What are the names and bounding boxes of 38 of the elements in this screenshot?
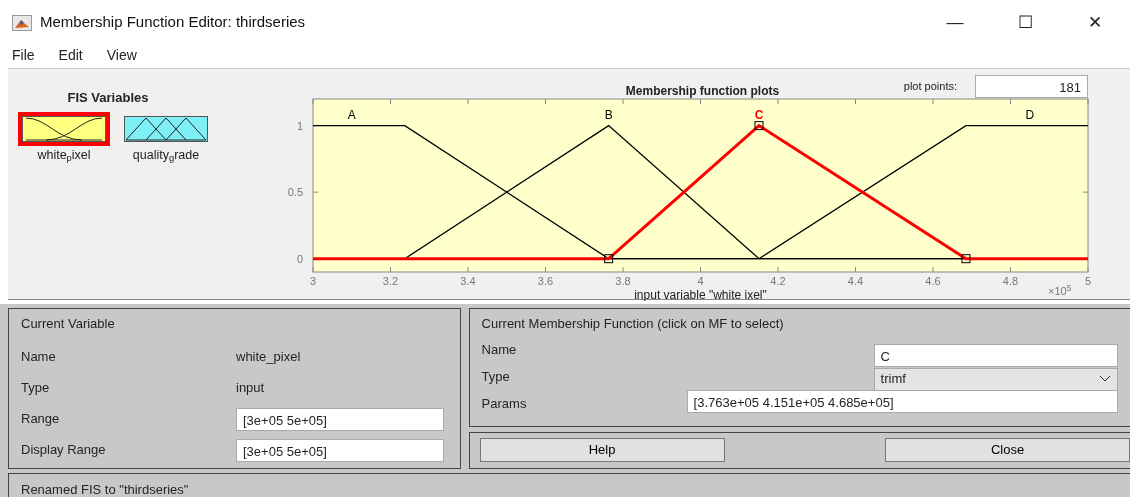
tick-label: 4.4 (847, 275, 864, 287)
window-title: Membership Function Editor: thirdseries (40, 12, 307, 33)
variable-label: white$_{p}$ixel (37, 146, 91, 165)
axis-exponent: ×10$^{5}$ (1048, 286, 1072, 297)
chart-title: Membership function plots (625, 84, 780, 98)
field-label: Display Range (21, 441, 107, 460)
field-label: Name (481, 340, 518, 359)
curve-label: B (604, 107, 613, 122)
field-label: Params (481, 394, 528, 413)
field-label: Type (21, 379, 51, 398)
tick-label: 4.6 (925, 275, 941, 287)
field-value: input (236, 379, 265, 398)
field-label: Range (21, 410, 61, 429)
tick-label: 1 (296, 119, 303, 132)
tick-label: 4 (697, 275, 704, 287)
panel-title: Current Variable (21, 315, 116, 333)
field-label: Type (481, 367, 511, 386)
tick-label: 5 (1084, 275, 1092, 287)
tick-label: 3.6 (537, 275, 554, 287)
tick-label: 0.5 (287, 186, 303, 199)
tick-label: 3 (309, 275, 317, 287)
curve-label: A (347, 107, 356, 122)
panel-title: Current Membership Function (click on MF to select) (481, 315, 785, 333)
curve-label: D (1025, 107, 1035, 122)
field-label: plot points: (903, 79, 957, 95)
curve-label: C (754, 107, 764, 122)
variable-label: quality$_{g}$rade (132, 146, 200, 165)
tick-label: 3.2 (382, 275, 399, 287)
tick-label: 4.2 (770, 275, 786, 287)
field-label: Name (21, 348, 57, 367)
tick-label: 0 (296, 252, 303, 265)
panel-title: FIS Variables (66, 89, 150, 107)
field-value: white_pixel (236, 348, 301, 367)
tick-label: 4.8 (1002, 275, 1019, 287)
tick-label: 3.8 (615, 275, 631, 287)
tick-label: 3.4 (460, 275, 476, 287)
status-bar: Renamed FIS to "thirdseries" (8, 473, 1130, 497)
axis-label: input variable "white ixel" (634, 288, 767, 301)
